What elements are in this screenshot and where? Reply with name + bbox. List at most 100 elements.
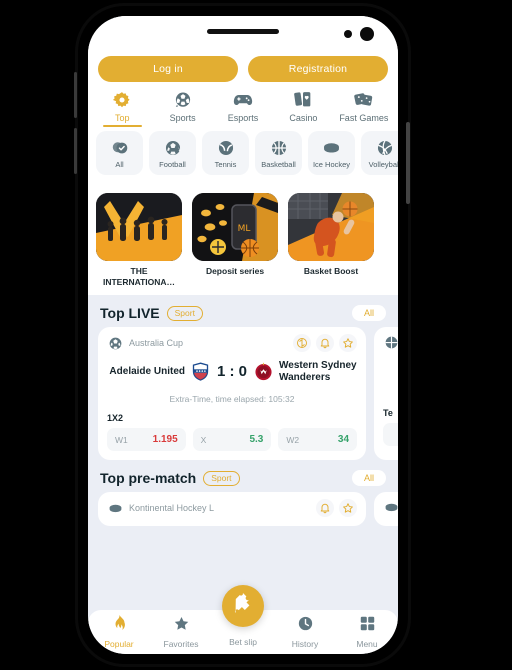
bottom-nav-label: Favorites bbox=[163, 639, 199, 649]
sport-chip-label: Tennis bbox=[214, 159, 237, 169]
odd-value: 5.3 bbox=[249, 434, 264, 446]
match-card-header bbox=[383, 334, 398, 350]
bottom-nav-popular[interactable]: Popular bbox=[88, 615, 150, 649]
registration-button[interactable]: Registration bbox=[248, 56, 388, 82]
view-all-live-button[interactable]: All bbox=[351, 305, 386, 322]
odd-button-x[interactable]: X 5.3 bbox=[192, 428, 272, 452]
active-tab-indicator bbox=[102, 125, 142, 127]
away-team-name: Western Sydney Wanderers bbox=[279, 360, 357, 383]
bottom-nav-menu[interactable]: Menu bbox=[336, 615, 398, 649]
screenshot-root: Log in Registration Top Sports Esports C… bbox=[0, 0, 512, 670]
volume-up-button[interactable] bbox=[74, 72, 77, 118]
bell-icon[interactable] bbox=[316, 334, 334, 353]
bottom-nav-label: Menu bbox=[356, 639, 378, 649]
tennis-ball-icon bbox=[217, 138, 235, 158]
home-team-crest-icon bbox=[190, 361, 211, 382]
hockey-puck-icon bbox=[107, 500, 123, 516]
odd-label: W1 bbox=[115, 434, 128, 445]
sport-filter-bar: All Football Tennis Basketball Ice Hocke… bbox=[88, 127, 398, 183]
odd-label: X bbox=[200, 434, 207, 445]
away-team: Western Sydney Wanderers bbox=[253, 360, 357, 383]
sport-chip-basketball[interactable]: Basketball bbox=[255, 131, 302, 175]
star-icon bbox=[173, 615, 190, 637]
sport-chip-football[interactable]: Football bbox=[149, 131, 196, 175]
sport-filter-badge[interactable]: Sport bbox=[203, 470, 240, 486]
odds-row: W1 1.195 X 5.3 W2 34 bbox=[107, 428, 358, 452]
promo-card-deposit-series[interactable]: ML Deposit series bbox=[192, 193, 278, 287]
prematch-cards-row: Kontinental Hockey L bbox=[88, 492, 398, 527]
flame-icon bbox=[111, 615, 127, 637]
match-status: Extra-Time, time elapsed: 105:32 bbox=[169, 394, 295, 405]
nav-label-top: Top bbox=[114, 113, 130, 123]
nav-item-fast-games[interactable]: Fast Games bbox=[334, 89, 394, 127]
hockey-puck-icon bbox=[383, 499, 398, 515]
match-card-header bbox=[383, 499, 398, 515]
earpiece-speaker-icon bbox=[207, 29, 279, 34]
bottom-nav-label: Popular bbox=[104, 639, 134, 649]
nav-item-esports[interactable]: Esports bbox=[213, 89, 273, 127]
bottom-nav-label: History bbox=[291, 639, 319, 649]
star-icon[interactable] bbox=[339, 499, 357, 518]
sport-chip-label: Football bbox=[159, 159, 186, 169]
auth-area: Log in Registration bbox=[88, 52, 398, 82]
star-icon[interactable] bbox=[339, 334, 357, 353]
power-button[interactable] bbox=[406, 122, 410, 204]
stats-icon[interactable] bbox=[293, 334, 311, 353]
prematch-match-card[interactable]: Kontinental Hockey L bbox=[98, 492, 366, 527]
promo-caption: Deposit series bbox=[205, 266, 265, 276]
promo-caption: Basket Boost bbox=[303, 266, 359, 276]
nav-item-casino[interactable]: Casino bbox=[273, 89, 333, 127]
nav-label-esports: Esports bbox=[227, 113, 259, 123]
gamepad-icon bbox=[233, 89, 253, 110]
football-icon bbox=[107, 335, 123, 351]
volume-down-button[interactable] bbox=[74, 128, 77, 174]
prematch-match-card-next[interactable] bbox=[374, 492, 398, 527]
odd-value: 34 bbox=[337, 434, 350, 446]
sport-chip-list: All Football Tennis Basketball Ice Hocke… bbox=[96, 131, 398, 175]
check-circle-icon bbox=[111, 138, 129, 158]
football-icon bbox=[164, 138, 182, 158]
away-team-crest-icon bbox=[253, 361, 274, 382]
football-icon bbox=[174, 89, 192, 110]
volleyball-icon bbox=[376, 138, 394, 158]
promo-card-the-international[interactable]: THE INTERNATIONA… bbox=[96, 193, 182, 287]
view-all-prematch-button[interactable]: All bbox=[351, 470, 386, 487]
sport-chip-all[interactable]: All bbox=[96, 131, 143, 175]
odd-button[interactable] bbox=[383, 423, 398, 447]
match-card-header: Australia Cup bbox=[107, 334, 357, 353]
bet-slip-fab-button[interactable] bbox=[222, 585, 264, 627]
sport-filter-badge[interactable]: Sport bbox=[166, 305, 203, 321]
odd-button-w2[interactable]: W2 34 bbox=[278, 428, 358, 452]
sport-chip-tennis[interactable]: Tennis bbox=[202, 131, 249, 175]
live-match-card-next[interactable]: Te bbox=[374, 327, 398, 461]
nav-label-fast-games: Fast Games bbox=[339, 113, 389, 123]
market-name: 1X2 bbox=[107, 413, 124, 424]
sport-chip-ice-hockey[interactable]: Ice Hockey bbox=[308, 131, 355, 175]
nav-label-sports: Sports bbox=[169, 113, 196, 123]
promo-card-basket-boost[interactable]: Basket Boost bbox=[288, 193, 374, 287]
bottom-nav-history[interactable]: History bbox=[274, 615, 336, 649]
odd-button-w1[interactable]: W1 1.195 bbox=[107, 428, 186, 452]
promo-image: ML bbox=[192, 193, 278, 261]
bell-icon[interactable] bbox=[316, 499, 334, 518]
bottom-nav-label: Bet slip bbox=[229, 637, 257, 647]
promo-caption: THE INTERNATIONA… bbox=[102, 266, 176, 287]
match-card-header: Kontinental Hockey L bbox=[107, 499, 357, 518]
sport-chip-volleyball[interactable]: Volleyball bbox=[361, 131, 398, 175]
login-button[interactable]: Log in bbox=[98, 56, 238, 82]
bottom-nav-favorites[interactable]: Favorites bbox=[150, 615, 212, 649]
nav-item-sports[interactable]: Sports bbox=[152, 89, 212, 127]
nav-item-top[interactable]: Top bbox=[92, 89, 152, 127]
promo-image bbox=[288, 193, 374, 261]
device-notch-bar bbox=[88, 16, 398, 52]
section-title: Top pre-match bbox=[100, 470, 197, 487]
live-cards-row: Australia Cup Adelaide United 1: 0 West… bbox=[88, 327, 398, 461]
live-match-card[interactable]: Australia Cup Adelaide United 1: 0 West… bbox=[98, 327, 366, 461]
home-team-name: Adelaide United bbox=[109, 366, 185, 377]
nav-label-casino: Casino bbox=[289, 113, 318, 123]
sport-chip-label: All bbox=[115, 159, 124, 169]
phone-screen: Log in Registration Top Sports Esports C… bbox=[88, 16, 398, 654]
gear-icon bbox=[113, 89, 131, 110]
market-name: Te bbox=[383, 408, 393, 419]
basketball-icon bbox=[383, 334, 398, 350]
